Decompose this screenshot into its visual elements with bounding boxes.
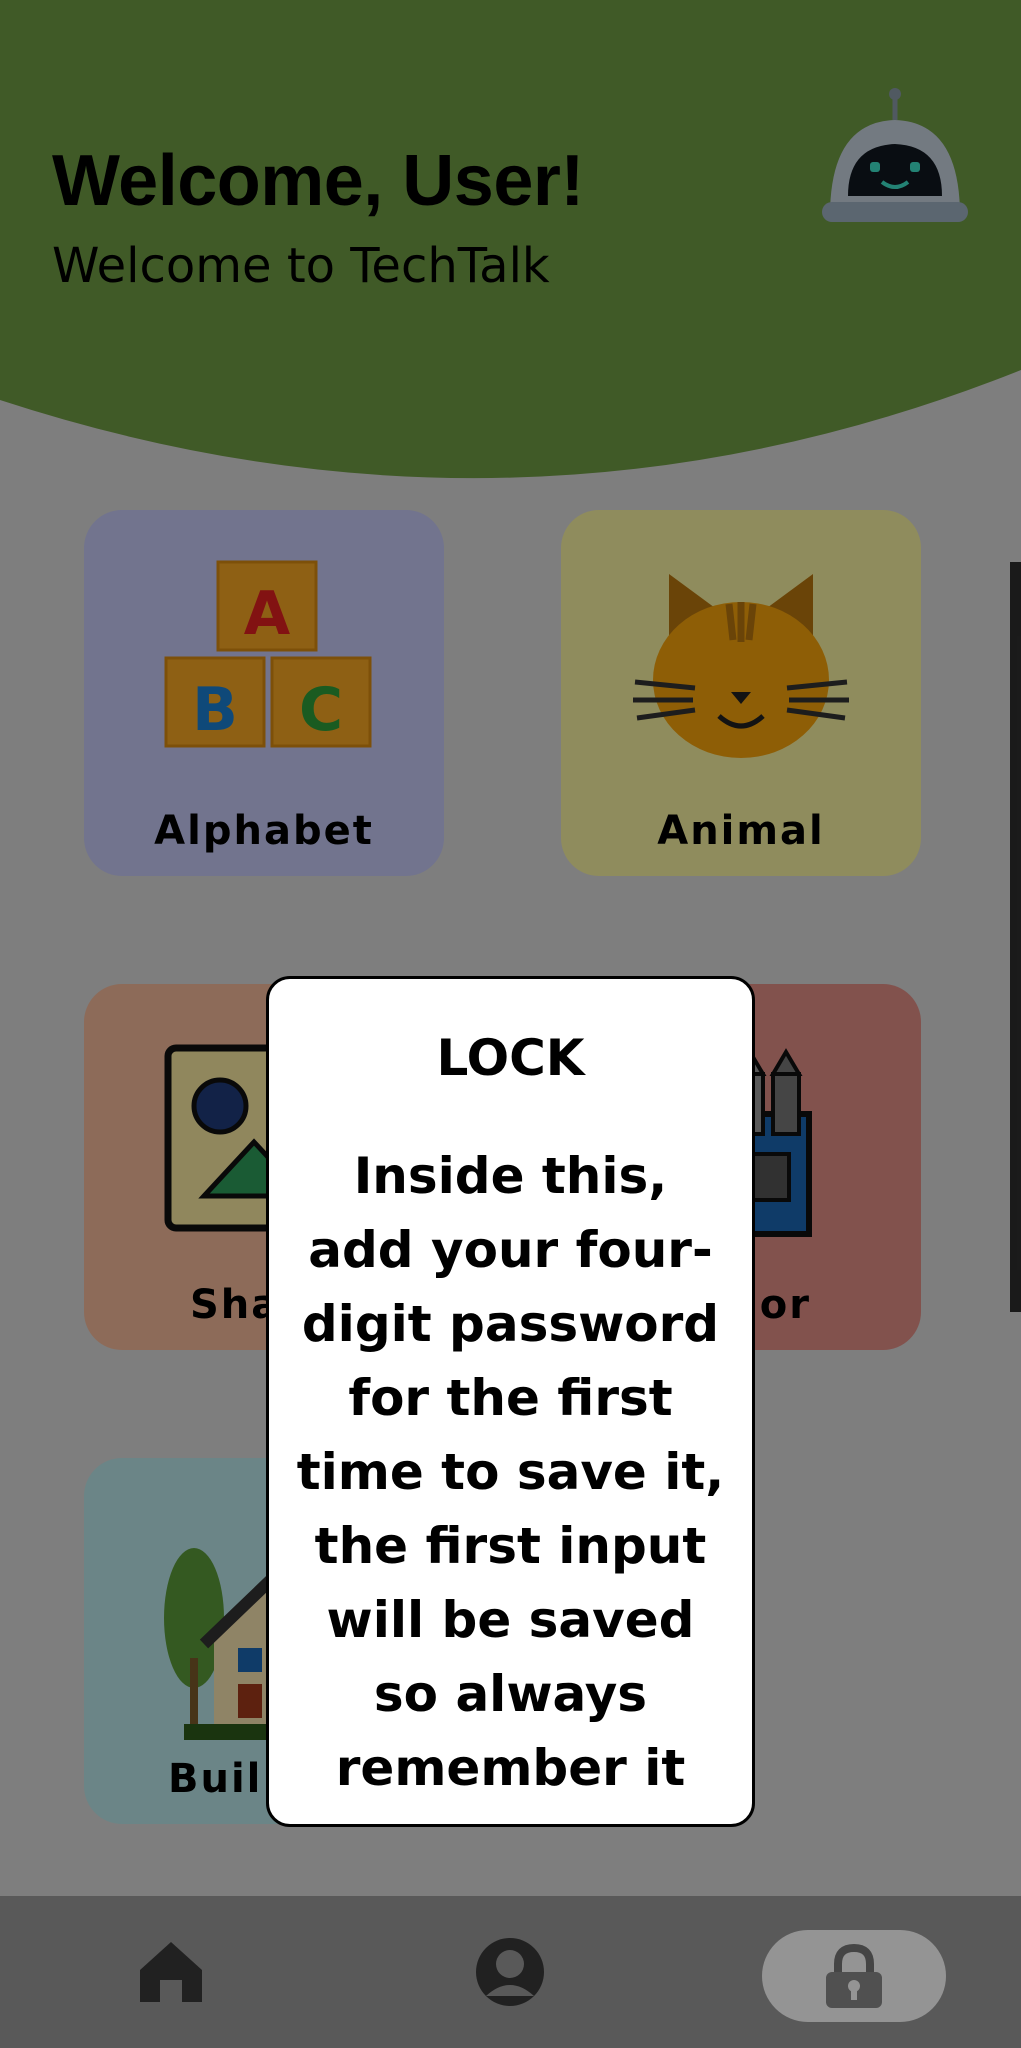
dialog-message: Inside this, add your four-digit passwor… <box>296 1147 725 1797</box>
dialog-title: LOCK <box>436 1029 585 1087</box>
lock-info-dialog: LOCK Inside this, add your four-digit pa… <box>266 976 755 1827</box>
